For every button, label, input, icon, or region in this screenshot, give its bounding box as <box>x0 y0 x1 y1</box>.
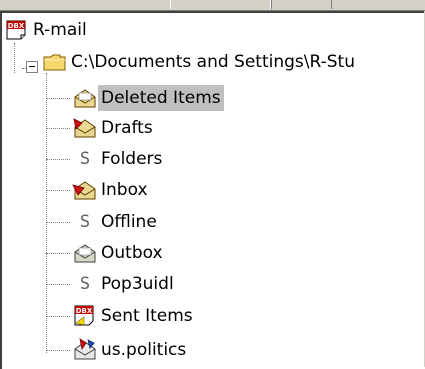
tree-item-label: Drafts <box>101 118 153 138</box>
tree-line <box>46 284 70 285</box>
tree-item-label: Sent Items <box>101 306 193 326</box>
s-glyph-icon: S <box>79 212 91 232</box>
tree-item-label: us.politics <box>101 340 187 360</box>
red-envelope-icon <box>72 177 98 203</box>
collapse-toggle[interactable] <box>26 61 38 73</box>
tree-item-offline[interactable]: S Offline <box>72 207 160 237</box>
tree-line <box>46 128 70 129</box>
tree-line <box>46 350 70 351</box>
svg-text:DBX: DBX <box>8 22 25 30</box>
open-envelope-icon <box>72 85 98 111</box>
tree-line <box>46 190 70 191</box>
header-strip <box>0 0 425 11</box>
folder-tree[interactable]: DBX R-mail C:\Documents and Settings\R-S… <box>0 11 424 369</box>
folder-icon <box>42 49 68 75</box>
tree-item-us-politics[interactable]: us.politics <box>72 335 189 365</box>
tree-line <box>46 253 70 254</box>
tree-item-pop3uidl[interactable]: S Pop3uidl <box>72 269 177 299</box>
tree-item-drafts[interactable]: Drafts <box>72 113 156 143</box>
tree-item-folders[interactable]: S Folders <box>72 144 165 174</box>
tree-node-label: R-mail <box>33 20 87 40</box>
tree-node-store[interactable]: C:\Documents and Settings\R-Stu <box>42 47 358 77</box>
header-segment <box>170 0 272 9</box>
header-segment <box>270 0 332 9</box>
tree-item-deleted-items[interactable]: Deleted Items <box>72 83 224 113</box>
tree-item-label: Outbox <box>101 243 163 263</box>
newsgroup-icon <box>72 337 98 363</box>
tree-item-inbox[interactable]: Inbox <box>72 175 151 205</box>
tree-item-label: Inbox <box>101 180 148 200</box>
tree-item-sent-items[interactable]: DBX Sent Items <box>72 301 196 331</box>
red-flag-envelope-icon <box>72 115 98 141</box>
tree-node-label: C:\Documents and Settings\R-Stu <box>71 52 355 72</box>
tree-line <box>46 316 70 317</box>
dbx-icon: DBX <box>72 303 98 329</box>
s-glyph-icon: S <box>79 149 91 169</box>
tree-item-label: Pop3uidl <box>101 274 174 294</box>
tree-item-label: Offline <box>101 212 157 232</box>
tree-node-root[interactable]: DBX R-mail <box>4 15 90 45</box>
tree-item-outbox[interactable]: Outbox <box>72 238 166 268</box>
tree-line <box>46 73 47 353</box>
tree-line <box>46 222 70 223</box>
svg-text:DBX: DBX <box>76 307 93 315</box>
tree-line <box>46 98 70 99</box>
dbx-icon: DBX <box>4 17 30 43</box>
open-envelope-icon <box>72 240 98 266</box>
tree-line <box>46 159 70 160</box>
tree-item-label: Folders <box>101 149 163 169</box>
s-glyph-icon: S <box>79 274 91 294</box>
tree-line <box>14 43 15 73</box>
tree-item-label: Deleted Items <box>98 85 224 111</box>
